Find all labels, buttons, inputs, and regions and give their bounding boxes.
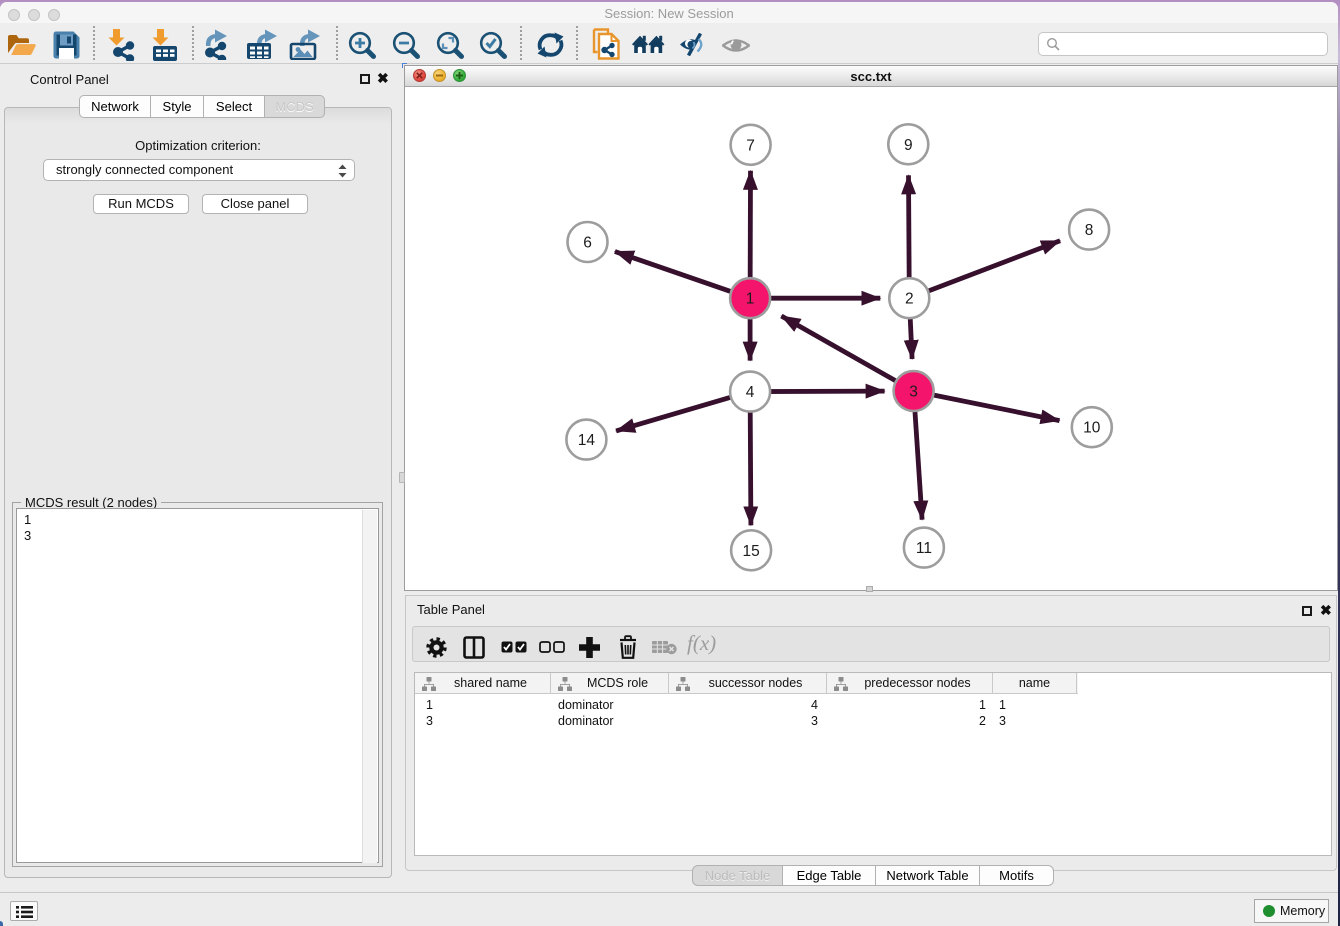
svg-text:10: 10 <box>1083 420 1101 437</box>
svg-text:7: 7 <box>746 137 755 154</box>
svg-text:4: 4 <box>746 384 755 401</box>
svg-text:1: 1 <box>746 291 755 308</box>
svg-text:3: 3 <box>909 384 918 401</box>
svg-text:6: 6 <box>583 235 592 252</box>
svg-text:14: 14 <box>578 432 596 449</box>
svg-text:15: 15 <box>742 543 759 560</box>
svg-text:8: 8 <box>1085 222 1094 239</box>
svg-text:2: 2 <box>905 291 914 308</box>
svg-text:11: 11 <box>916 540 932 557</box>
svg-text:9: 9 <box>904 137 913 154</box>
